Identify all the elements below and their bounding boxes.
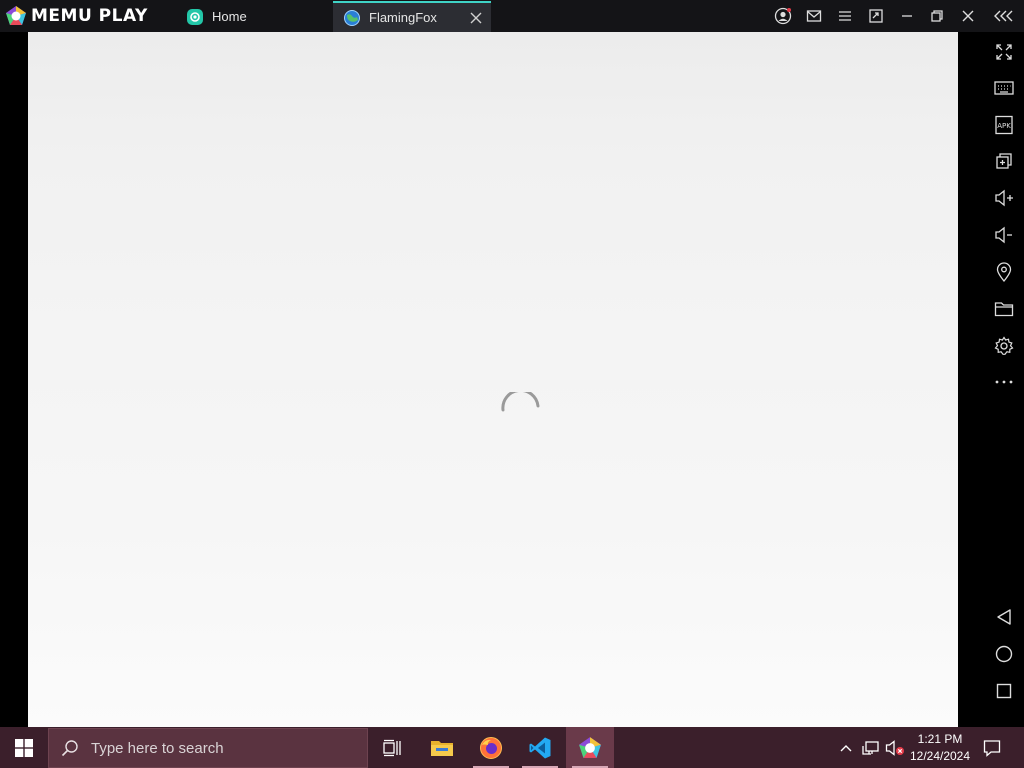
recents-icon: [996, 683, 1012, 699]
firefox-icon: [480, 736, 502, 759]
taskbar-search[interactable]: Type here to search: [48, 728, 368, 768]
collapse-sidebar-button[interactable]: [992, 6, 1016, 26]
minimize-icon: [902, 15, 912, 17]
restore-button[interactable]: [927, 6, 947, 26]
mail-icon: [806, 10, 822, 22]
keyboard-mapping-button[interactable]: [992, 76, 1016, 100]
search-icon: [61, 740, 78, 757]
title-bar: MEMU PLAY Home FlamingFox: [0, 0, 1024, 32]
tab-home[interactable]: Home: [176, 1, 332, 32]
close-button[interactable]: [958, 6, 978, 26]
firefox-button[interactable]: [467, 727, 515, 768]
notifications-button[interactable]: [978, 727, 1006, 768]
memu-logo-icon: [6, 6, 26, 25]
settings-button[interactable]: [992, 334, 1016, 358]
multi-instance-icon: [996, 153, 1012, 169]
volume-down-button[interactable]: [992, 223, 1016, 247]
task-view-icon: [383, 739, 401, 756]
volume-up-icon: [995, 189, 1013, 207]
back-icon: [997, 609, 1011, 625]
memu-icon: [579, 736, 601, 758]
network-icon: [862, 740, 879, 755]
close-tab-icon[interactable]: [469, 11, 483, 25]
location-button[interactable]: [992, 260, 1016, 284]
home-circle-icon: [995, 645, 1013, 663]
android-back-button[interactable]: [992, 605, 1016, 629]
android-recents-button[interactable]: [992, 679, 1016, 703]
windows-taskbar: Type here to search 1:21 PM 12/24/2024: [0, 727, 1024, 768]
volume-down-icon: [995, 226, 1012, 244]
more-icon: [995, 380, 1013, 384]
account-icon: [774, 7, 792, 25]
file-explorer-button[interactable]: [418, 727, 466, 768]
windows-logo-icon: [15, 738, 33, 757]
folder-icon: [994, 302, 1014, 317]
task-view-button[interactable]: [368, 727, 416, 768]
multi-instance-button[interactable]: [992, 149, 1016, 173]
tab-label: FlamingFox: [369, 10, 437, 25]
network-button[interactable]: [860, 727, 882, 768]
flamingfox-globe-icon: [344, 9, 360, 26]
fullscreen-button[interactable]: [992, 40, 1016, 64]
messages-button[interactable]: [804, 6, 824, 26]
tab-label: Home: [212, 9, 247, 24]
show-hidden-icons-button[interactable]: [836, 727, 856, 768]
clock-date: 12/24/2024: [909, 749, 971, 763]
apk-install-button[interactable]: APK: [992, 113, 1016, 137]
more-button[interactable]: [992, 370, 1016, 394]
screen-resize-icon: [869, 9, 883, 23]
fullscreen-icon: [996, 44, 1012, 60]
start-button[interactable]: [0, 727, 48, 768]
clock-time: 1:21 PM: [917, 732, 963, 746]
emulator-screen[interactable]: [28, 32, 958, 727]
tab-flamingfox[interactable]: FlamingFox: [333, 1, 491, 32]
emulator-toolbar: APK: [986, 32, 1022, 727]
volume-muted-icon: [885, 739, 904, 756]
loading-spinner-icon: [501, 392, 540, 412]
restore-icon: [931, 10, 943, 22]
vscode-icon: [529, 737, 551, 758]
apk-install-icon: APK: [995, 115, 1013, 135]
volume-up-button[interactable]: [992, 186, 1016, 210]
settings-icon: [994, 336, 1014, 355]
memu-logo: MEMU PLAY: [5, 5, 165, 27]
search-placeholder: Type here to search: [91, 739, 224, 757]
close-icon: [962, 10, 974, 22]
account-button[interactable]: [773, 6, 793, 26]
volume-button[interactable]: [884, 727, 906, 768]
svg-text:APK: APK: [997, 122, 1011, 130]
clock[interactable]: 1:21 PM 12/24/2024: [906, 731, 974, 765]
brand-name: MEMU PLAY: [31, 6, 148, 26]
memu-taskbar-button[interactable]: [566, 727, 614, 768]
keyboard-mapping-icon: [994, 81, 1014, 95]
vscode-button[interactable]: [516, 727, 564, 768]
notification-icon: [983, 739, 1001, 757]
home-app-icon: [187, 8, 203, 25]
android-home-button[interactable]: [992, 642, 1016, 666]
location-icon: [996, 262, 1012, 282]
triple-chevron-left-icon: [994, 10, 1013, 22]
minimize-button[interactable]: [897, 6, 917, 26]
file-explorer-icon: [431, 740, 453, 756]
screen-control-button[interactable]: [866, 6, 886, 26]
chevron-up-icon: [840, 744, 852, 751]
shared-folder-button[interactable]: [992, 297, 1016, 321]
hamburger-menu-icon: [839, 11, 851, 21]
menu-button[interactable]: [835, 6, 855, 26]
